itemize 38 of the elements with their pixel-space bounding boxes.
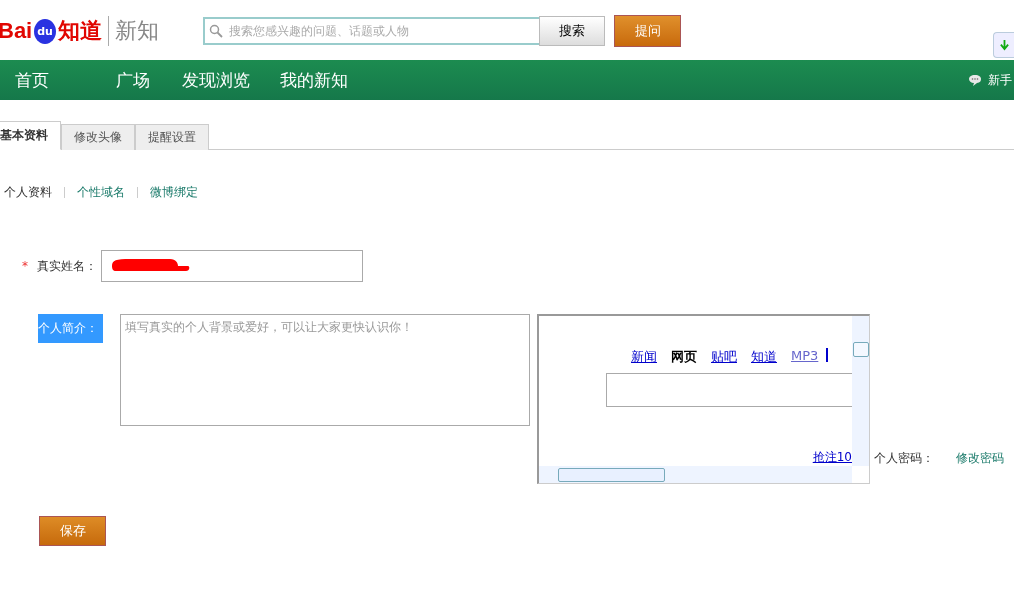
sub-link[interactable]: 个性域名 [77, 183, 125, 201]
nav-link[interactable]: 广场 [116, 68, 150, 92]
ask-button[interactable]: 提问 [614, 15, 681, 47]
sub-link[interactable]: 个人资料 [4, 183, 52, 201]
nav-link[interactable]: 首页 [15, 68, 49, 92]
search-button[interactable]: 搜索 [539, 16, 605, 46]
paw-logo: du [34, 18, 56, 44]
tab[interactable]: 修改头像 [61, 124, 135, 150]
frame-link[interactable]: 抢注10 [812, 449, 852, 466]
help-link[interactable]: 新手 [988, 71, 1012, 89]
sub-link[interactable]: 微博绑定 [150, 183, 198, 201]
name-field[interactable] [101, 250, 363, 282]
nav-link[interactable]: 发现浏览 [182, 68, 250, 92]
nav-link[interactable]: 我的新知 [280, 68, 348, 92]
horizontal-scrollbar[interactable] [539, 466, 852, 483]
field-label: 真实姓名： [37, 257, 97, 275]
required-mark: * [22, 259, 28, 273]
frame-link[interactable]: 新闻 [631, 348, 657, 366]
frame-link[interactable]: 贴吧 [711, 348, 737, 366]
logo-text: Bai [0, 18, 33, 44]
vertical-scrollbar[interactable] [852, 316, 869, 466]
download-button[interactable] [993, 32, 1014, 58]
frame-link[interactable]: 网页 [671, 348, 697, 366]
chat-icon [968, 74, 982, 86]
search-icon [209, 24, 223, 38]
save-button[interactable]: 保存 [39, 516, 106, 546]
intro-field[interactable]: 填写真实的个人背景或爱好，可以让大家更快认识你！ [120, 314, 530, 426]
field-label: 个人简介： [38, 314, 103, 343]
tab[interactable]: 提醒设置 [135, 124, 209, 150]
tab[interactable]: 基本资料 [0, 121, 61, 150]
arrow-down-icon [999, 39, 1009, 51]
field-label: 个人密码： [874, 450, 934, 467]
frame-link[interactable]: MP3 [791, 348, 819, 366]
logo-text: 知道 [57, 16, 109, 46]
frame-link[interactable]: 知道 [751, 348, 777, 366]
product-name: 新知 [114, 17, 159, 45]
search-field[interactable]: 搜索您感兴趣的问题、话题或人物 [203, 17, 539, 45]
change-password-link[interactable]: 修改密码 [956, 450, 1004, 467]
